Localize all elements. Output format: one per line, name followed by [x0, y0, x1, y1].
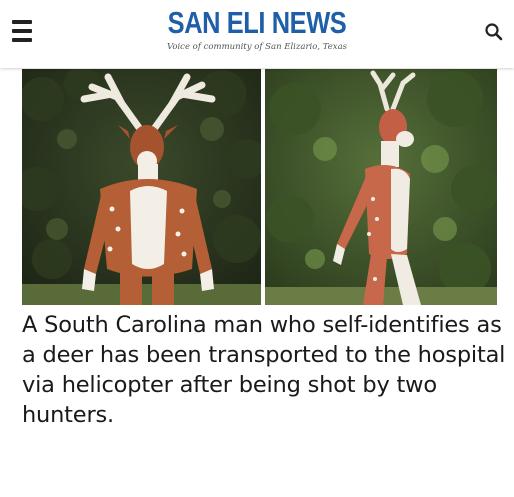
- hamburger-menu-icon[interactable]: [12, 20, 32, 42]
- article-headline[interactable]: A South Carolina man who self-identifies…: [22, 310, 512, 430]
- article-photo-left: [22, 69, 261, 305]
- site-title: SAN ELI NEWS: [46, 6, 467, 40]
- site-title-part2: NEWS: [271, 5, 347, 40]
- search-icon[interactable]: [484, 22, 504, 42]
- site-header: SAN ELI NEWS Voice of community of San E…: [0, 0, 514, 68]
- site-title-part1: SAN ELI: [167, 5, 266, 40]
- site-tagline: Voice of community of San Elizario, Texa…: [166, 42, 348, 52]
- article-photo-right: [265, 69, 497, 305]
